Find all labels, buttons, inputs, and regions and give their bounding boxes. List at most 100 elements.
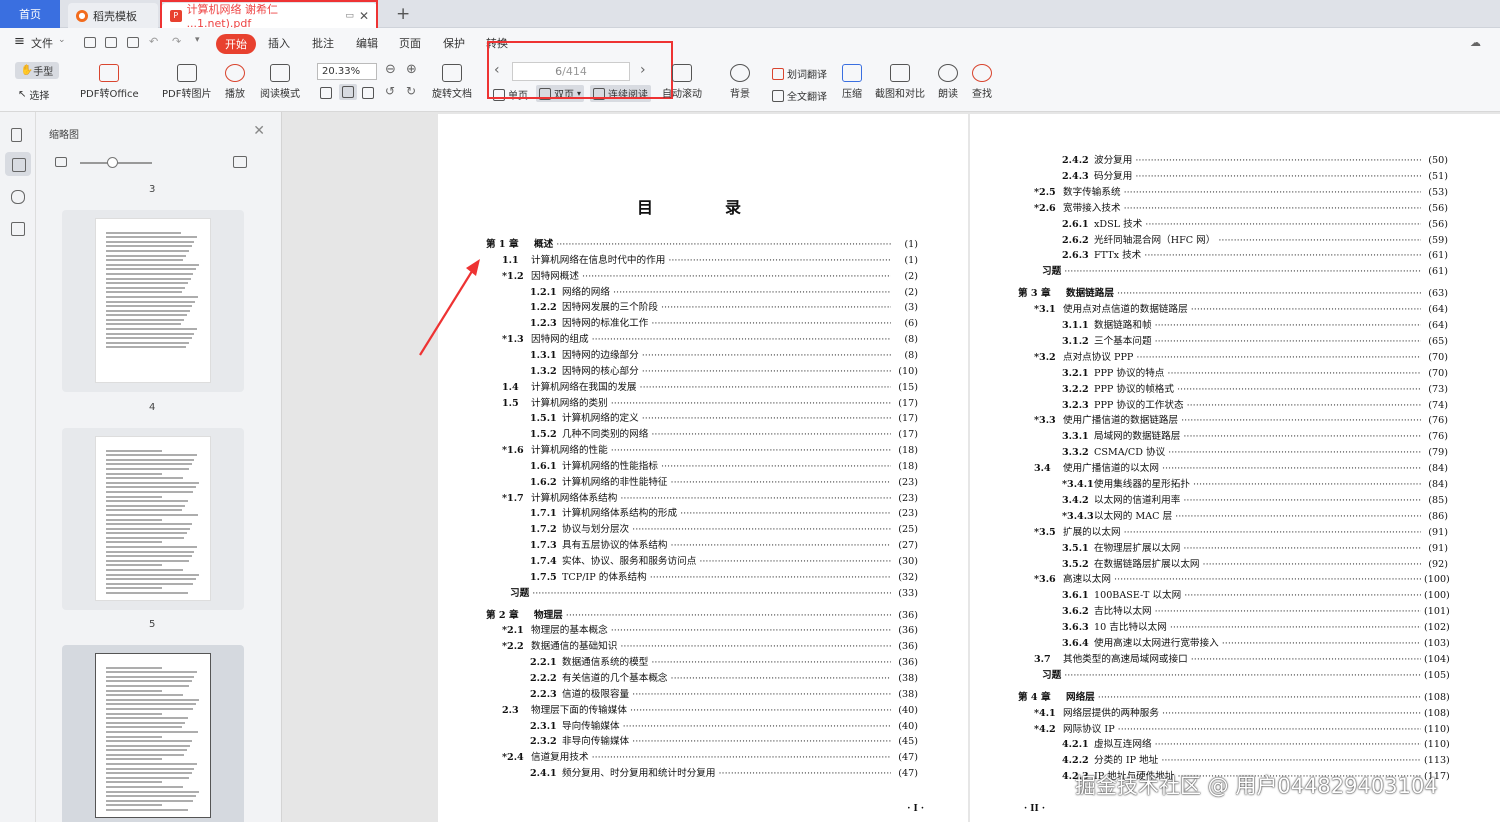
toc-entry[interactable]: 2.4.2 波分复用 (50): [1062, 152, 1448, 166]
toc-entry[interactable]: *4.1 网络层提供的两种服务 (108): [1034, 705, 1450, 719]
toc-entry[interactable]: *3.4.3以太网的 MAC 层 (86): [1062, 508, 1448, 522]
slider-knob[interactable]: [107, 157, 118, 168]
toc-entry[interactable]: *4.2 网际协议 IP (110): [1034, 721, 1450, 735]
toc-entry[interactable]: *2.2 数据通信的基础知识 (36): [502, 638, 918, 652]
read-aloud-button[interactable]: 朗读: [938, 64, 958, 100]
toc-entry[interactable]: 4.2.2 分类的 IP 地址 (113): [1062, 752, 1450, 766]
open-folder-icon[interactable]: [84, 37, 96, 48]
toc-entry[interactable]: 2.4.3 码分复用 (51): [1062, 168, 1448, 182]
toc-entry[interactable]: 1.7.3 具有五层协议的体系结构 (27): [530, 537, 918, 551]
save-icon[interactable]: [105, 37, 117, 48]
toc-entry[interactable]: *1.7 计算机网络体系结构 (23): [502, 490, 918, 504]
menu-start[interactable]: 开始: [216, 34, 256, 54]
word-translate-button[interactable]: 划词翻译: [772, 66, 827, 81]
attachment-icon[interactable]: [11, 190, 25, 204]
auto-scroll-button[interactable]: 自动滚动: [662, 64, 702, 100]
toc-entry[interactable]: 3.4 使用广播信道的以太网 (84): [1034, 460, 1448, 474]
toc-entry[interactable]: 第 4 章 网络层 (108): [1018, 689, 1450, 703]
fit-page-icon[interactable]: [320, 87, 332, 99]
toc-entry[interactable]: 1.5.2 几种不同类别的网络 (17): [530, 426, 918, 440]
toc-entry[interactable]: 2.3.1 导向传输媒体 (40): [530, 718, 918, 732]
tab-template[interactable]: ● 稻壳模板: [68, 3, 158, 28]
toc-entry[interactable]: 第 1 章 概述 (1): [486, 236, 918, 250]
menu-protect[interactable]: 保护: [443, 35, 465, 51]
toc-entry[interactable]: *1.3 因特网的组成 (8): [502, 331, 918, 345]
toc-entry[interactable]: 2.2.3 信道的极限容量 (38): [530, 686, 918, 700]
toc-entry[interactable]: 1.2.3 因特网的标准化工作 (6): [530, 315, 918, 329]
rotate-document-button[interactable]: 旋转文档: [432, 64, 472, 100]
toc-entry[interactable]: 3.5.2 在数据链路层扩展以太网 (92): [1062, 556, 1448, 570]
menu-file[interactable]: 文件: [31, 35, 53, 51]
toc-entry[interactable]: *3.5 扩展的以太网 (91): [1034, 524, 1448, 538]
toc-entry[interactable]: 1.4 计算机网络在我国的发展 (15): [502, 379, 918, 393]
toc-entry[interactable]: 1.6.1 计算机网络的性能指标 (18): [530, 458, 918, 472]
print-icon[interactable]: [127, 37, 139, 48]
cloud-icon[interactable]: ☁: [1470, 36, 1481, 49]
play-button[interactable]: 播放: [225, 64, 245, 100]
menu-insert[interactable]: 插入: [268, 35, 290, 51]
toc-entry[interactable]: 习题 (105): [1042, 667, 1450, 681]
toc-entry[interactable]: 3.1.1 数据链路和帧 (64): [1062, 317, 1448, 331]
toc-entry[interactable]: *3.4.1使用集线器的星形拓扑 (84): [1062, 476, 1448, 490]
hand-tool-button[interactable]: ✋ 手型: [15, 62, 59, 79]
close-panel-icon[interactable]: ✕: [253, 123, 265, 139]
background-button[interactable]: 背景: [730, 64, 750, 100]
bookmark-icon[interactable]: [11, 128, 22, 142]
menu-edit[interactable]: 编辑: [356, 35, 378, 51]
toc-entry[interactable]: 3.6.2 吉比特以太网 (101): [1062, 603, 1450, 617]
zoom-select[interactable]: 20.33%: [317, 63, 377, 80]
redo-icon[interactable]: ↷: [172, 35, 181, 48]
select-tool-button[interactable]: ↖ 选择: [18, 87, 49, 102]
thumbnail-page-5[interactable]: [62, 645, 244, 822]
read-mode-button[interactable]: 阅读模式: [260, 64, 300, 100]
toc-entry[interactable]: 习题 (33): [510, 585, 918, 599]
fit-width-icon[interactable]: [362, 87, 374, 99]
actual-size-icon[interactable]: [339, 84, 357, 100]
toc-entry[interactable]: 3.7 其他类型的高速局域网或接口 (104): [1034, 651, 1450, 665]
toc-entry[interactable]: 2.6.3 FTTx 技术 (61): [1062, 247, 1448, 261]
toc-entry[interactable]: 1.6.2 计算机网络的非性能特征 (23): [530, 474, 918, 488]
undo-icon[interactable]: ↶: [149, 35, 158, 48]
toc-entry[interactable]: 1.3.1 因特网的边缘部分 (8): [530, 347, 918, 361]
pdf-to-office-button[interactable]: PDF转Office: [80, 64, 139, 100]
toc-entry[interactable]: 3.2.1 PPP 协议的特点 (70): [1062, 365, 1448, 379]
toc-entry[interactable]: 3.1.2 三个基本问题 (65): [1062, 333, 1448, 347]
pdf-to-image-button[interactable]: PDF转图片: [162, 64, 211, 100]
toc-entry[interactable]: *3.2 点对点协议 PPP (70): [1034, 349, 1448, 363]
new-tab-icon[interactable]: +: [396, 4, 410, 24]
zoom-out-icon[interactable]: ⊖: [385, 62, 396, 77]
search-button[interactable]: 查找: [972, 64, 992, 100]
menu-annotate[interactable]: 批注: [312, 35, 334, 51]
rotate-right-icon[interactable]: ↻: [406, 84, 416, 98]
menu-page[interactable]: 页面: [399, 35, 421, 51]
toc-entry[interactable]: 2.6.2 光纤同轴混合网（HFC 网） (59): [1062, 232, 1448, 246]
toc-entry[interactable]: *3.6 高速以太网 (100): [1034, 571, 1450, 585]
full-translate-button[interactable]: 全文翻译: [772, 88, 827, 103]
toc-entry[interactable]: 1.7.2 协议与划分层次 (25): [530, 521, 918, 535]
toc-entry[interactable]: 1.1 计算机网络在信息时代中的作用 (1): [502, 252, 918, 266]
signature-icon[interactable]: [11, 222, 25, 236]
thumbnail-page-4[interactable]: [62, 428, 244, 610]
toc-entry[interactable]: 3.5.1 在物理层扩展以太网 (91): [1062, 540, 1448, 554]
toc-entry[interactable]: 2.3.2 非导向传输媒体 (45): [530, 733, 918, 747]
toc-entry[interactable]: 3.3.1 局域网的数据链路层 (76): [1062, 428, 1448, 442]
compress-button[interactable]: 压缩: [842, 64, 862, 100]
toc-entry[interactable]: 1.7.5 TCP/IP 的体系结构 (32): [530, 569, 918, 583]
toc-entry[interactable]: 2.4.1 频分复用、时分复用和统计时分复用 (47): [530, 765, 918, 779]
toc-entry[interactable]: *2.6 宽带接入技术 (56): [1034, 200, 1448, 214]
document-view[interactable]: 目 录 第 1 章 概述 (1) 1.1 计算机网络在信息时代中的作用 (1) *1.2 因特…: [282, 112, 1500, 822]
toc-entry[interactable]: 2.2.2 有关信道的几个基本概念 (38): [530, 670, 918, 684]
toc-entry[interactable]: 1.5 计算机网络的类别 (17): [502, 395, 918, 409]
zoom-in-icon[interactable]: ⊕: [406, 62, 417, 77]
toc-entry[interactable]: 3.6.4 使用高速以太网进行宽带接入 (103): [1062, 635, 1450, 649]
toc-entry[interactable]: 第 2 章 物理层 (36): [486, 607, 918, 621]
toc-entry[interactable]: 3.6.1 100BASE-T 以太网 (100): [1062, 587, 1450, 601]
toc-entry[interactable]: 4.2.1 虚拟互连网络 (110): [1062, 736, 1450, 750]
toc-entry[interactable]: 3.2.3 PPP 协议的工作状态 (74): [1062, 397, 1448, 411]
toc-entry[interactable]: 第 3 章 数据链路层 (63): [1018, 285, 1448, 299]
toc-entry[interactable]: 1.2.2 因特网发展的三个阶段 (3): [530, 299, 918, 313]
toc-entry[interactable]: 3.2.2 PPP 协议的帧格式 (73): [1062, 381, 1448, 395]
large-thumb-icon[interactable]: [233, 156, 247, 168]
toc-entry[interactable]: *2.5 数字传输系统 (53): [1034, 184, 1448, 198]
toc-entry[interactable]: 2.3 物理层下面的传输媒体 (40): [502, 702, 918, 716]
